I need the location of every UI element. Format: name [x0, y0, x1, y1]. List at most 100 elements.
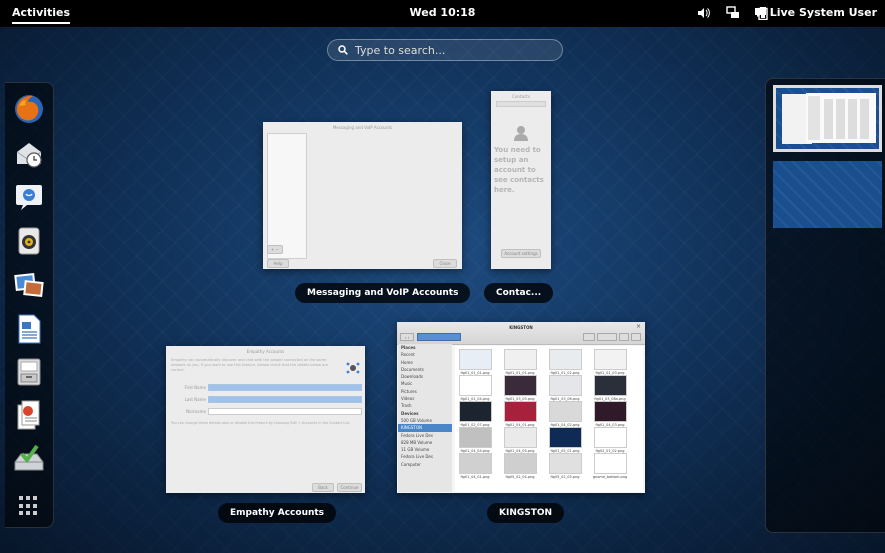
file-thumbnail[interactable] [459, 349, 492, 370]
file-thumbnail[interactable] [459, 453, 492, 474]
empathy-accounts-window[interactable]: Empathy Accounts Empathy can automatical… [166, 346, 365, 493]
install-icon[interactable] [13, 442, 45, 474]
file-name: fig01_04_01.png [460, 475, 490, 479]
last-name-field[interactable] [208, 396, 362, 403]
firefox-icon[interactable] [13, 93, 45, 125]
workspace-1[interactable] [773, 85, 882, 152]
sidebar-item[interactable]: Videos [398, 395, 452, 402]
shotwell-icon[interactable] [13, 269, 45, 301]
window-title: KINGSTON [509, 325, 533, 330]
header-bar: KINGSTON ‹ › × [397, 322, 645, 345]
nickname-label: Nickname [186, 409, 206, 414]
contacts-window[interactable]: Contacts You need to setup an account to… [491, 91, 551, 269]
accounts-list[interactable] [267, 133, 307, 259]
file-thumbnail[interactable] [594, 427, 627, 448]
empathy-window-caption: Empathy Accounts [218, 503, 337, 523]
file-thumbnail[interactable] [459, 427, 492, 448]
file-thumbnail[interactable] [594, 401, 627, 422]
search-icon[interactable] [583, 333, 595, 341]
person-icon [514, 126, 528, 141]
sidebar-item[interactable]: 500 GB Volume [398, 417, 452, 424]
sidebar-item[interactable]: Fedora Live Des [398, 432, 452, 439]
no-accounts-message: You need to setup an account to see cont… [494, 146, 544, 194]
document-viewer-icon[interactable] [13, 399, 45, 431]
back-forward-buttons[interactable]: ‹ › [400, 333, 414, 341]
view-toggle-icon[interactable] [597, 333, 617, 341]
sidebar-item[interactable]: Recent [398, 351, 452, 358]
sidebar-item[interactable]: 11 GB Volume [398, 446, 452, 453]
sidebar-item[interactable]: Fedora Live Des [398, 453, 452, 460]
kingston-window-caption: KINGSTON [487, 503, 565, 523]
continue-button[interactable]: Continue [337, 483, 362, 492]
chevron-down-icon[interactable] [619, 333, 629, 341]
nickname-field[interactable] [208, 408, 362, 415]
volume-icon[interactable] [696, 6, 710, 20]
show-applications-icon[interactable] [19, 496, 39, 516]
account-settings-button[interactable]: Account settings [501, 249, 541, 258]
network-icon [346, 362, 360, 374]
user-name: Live System User [769, 6, 877, 19]
file-thumbnail[interactable] [504, 427, 537, 448]
first-name-label: First Name [184, 385, 207, 390]
search-icon [338, 45, 348, 55]
workspace-2[interactable] [773, 161, 882, 228]
file-thumbnail[interactable] [594, 375, 627, 396]
clock[interactable]: Wed 10:18 [410, 6, 476, 19]
evolution-icon[interactable] [13, 138, 45, 170]
file-thumbnail[interactable] [504, 375, 537, 396]
sidebar-item[interactable]: Home [398, 359, 452, 366]
network-icon[interactable] [726, 6, 740, 20]
sidebar-item[interactable]: Music [398, 380, 452, 387]
writer-icon[interactable] [13, 313, 45, 345]
search-box[interactable] [327, 39, 563, 61]
empathy-icon[interactable] [13, 181, 45, 213]
file-thumbnail[interactable] [459, 401, 492, 422]
file-thumbnail[interactable] [549, 453, 582, 474]
file-thumbnail[interactable] [459, 375, 492, 396]
sidebar-item[interactable]: Computer [398, 461, 452, 468]
sidebar-item[interactable]: Trash [398, 402, 452, 409]
file-thumbnail[interactable] [504, 453, 537, 474]
back-button[interactable]: Back [312, 483, 334, 492]
file-thumbnail[interactable] [549, 427, 582, 448]
contacts-window-caption: Contac... [484, 283, 554, 303]
files-icon[interactable] [13, 356, 45, 388]
places-sidebar: Places Recent Home Documents Downloads Music P… [398, 344, 452, 492]
user-menu[interactable]: Live System User [754, 6, 877, 19]
help-button[interactable]: Help [267, 259, 289, 268]
file-thumbnail[interactable] [549, 349, 582, 370]
chat-status-icon [754, 8, 766, 17]
intro-text: Empathy can automatically discover and c… [171, 358, 328, 372]
search-input[interactable] [353, 42, 547, 58]
file-thumbnail[interactable] [594, 349, 627, 370]
messaging-window-caption: Messaging and VoIP Accounts [295, 283, 471, 303]
close-button[interactable]: Close [433, 259, 457, 268]
path-bar-kingston[interactable] [417, 333, 461, 341]
kingston-files-window[interactable]: KINGSTON ‹ › × Places Recent Home Documents… [397, 322, 645, 493]
activities-button[interactable]: Activities [12, 6, 71, 24]
file-thumbnail[interactable] [549, 401, 582, 422]
file-name: gnome_bottom.png [592, 475, 628, 479]
file-thumbnail[interactable] [504, 401, 537, 422]
sidebar-item[interactable]: Pictures [398, 388, 452, 395]
first-name-field[interactable] [208, 384, 362, 391]
file-thumbnail[interactable] [504, 349, 537, 370]
sidebar-item[interactable]: 828 MB Volume [398, 439, 452, 446]
close-icon[interactable]: × [636, 323, 643, 330]
rhythmbox-icon[interactable] [13, 225, 45, 257]
sidebar-item[interactable]: KINGSTON [398, 424, 452, 432]
messaging-accounts-window[interactable]: Messaging and VoIP Accounts + − Help Clo… [263, 122, 462, 269]
last-name-label: Last Name [184, 397, 206, 402]
file-thumbnail[interactable] [594, 453, 627, 474]
sidebar-item[interactable]: Downloads [398, 373, 452, 380]
file-thumbnail[interactable] [549, 375, 582, 396]
contacts-search-field[interactable] [496, 101, 546, 107]
gear-icon[interactable] [631, 333, 641, 341]
details-note: You can change these details later or di… [171, 421, 351, 425]
add-remove-buttons[interactable]: + − [267, 245, 283, 254]
file-name: fig05_02_05.png [550, 475, 580, 479]
sidebar-item[interactable]: Documents [398, 366, 452, 373]
toolbar-buttons[interactable] [583, 333, 641, 341]
file-name: fig05_02_04.png [505, 475, 535, 479]
window-title: Empathy Accounts [246, 349, 285, 354]
